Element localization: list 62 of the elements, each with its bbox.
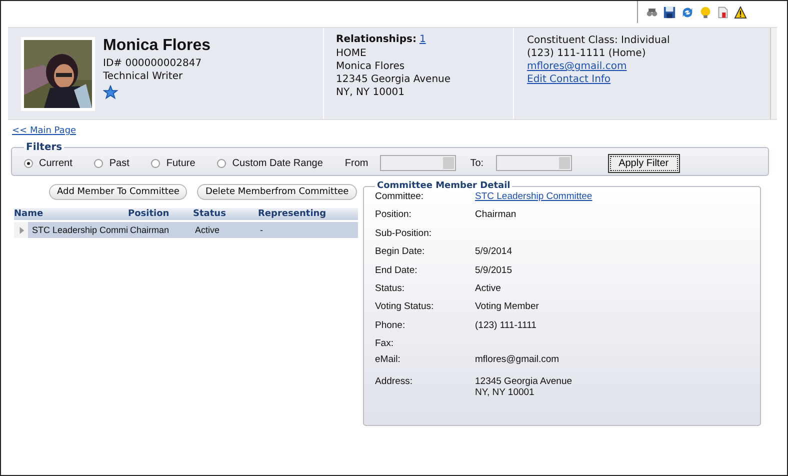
relationships-count-link[interactable]: 1 — [419, 34, 426, 45]
table-row[interactable]: STC Leadership Commi Chairman Active - — [14, 222, 358, 238]
to-label: To: — [470, 158, 484, 168]
radio-option[interactable]: Custom Date Range — [217, 158, 323, 168]
field-value: Chairman — [475, 209, 516, 222]
apply-filter-button[interactable]: Apply Filter — [608, 154, 680, 172]
field-value: 5/9/2015 — [475, 264, 512, 278]
field-label: Phone: — [375, 320, 406, 333]
contact-link[interactable]: Edit Contact Info — [527, 73, 611, 86]
radio-option[interactable]: Future — [151, 158, 196, 168]
committee-button[interactable]: Add Member To Committee — [49, 184, 188, 200]
from-label: From — [344, 158, 368, 168]
lightbulb-icon[interactable] — [699, 6, 712, 18]
binoculars-icon[interactable] — [646, 6, 658, 18]
field-label: Status: — [375, 282, 406, 296]
contact-text: (123) 111-1111 (Home) — [527, 47, 647, 60]
committee-button[interactable]: Delete Memberfrom Committee — [197, 184, 357, 200]
detail-legend: Committee Member Detail — [375, 181, 512, 191]
column-header[interactable]: Status — [193, 208, 258, 220]
field-label: Position: — [375, 209, 412, 222]
star-icon[interactable] — [103, 85, 118, 100]
field-label: Sub-Position: — [375, 228, 433, 241]
document-icon[interactable] — [717, 6, 729, 18]
address-line: Monica Flores — [336, 60, 406, 73]
column-header[interactable]: Representing — [258, 208, 358, 220]
refresh-icon[interactable] — [681, 6, 694, 18]
table-cell: STC Leadership Commi — [28, 222, 130, 238]
field-label: Address: — [375, 376, 414, 389]
main-page-link[interactable]: << Main Page — [12, 126, 76, 136]
field-label: Committee: — [375, 191, 425, 204]
person-id: ID# 000000002847 — [103, 57, 203, 70]
field-value: mflores@gmail.com — [475, 354, 560, 368]
field-value: Voting Member — [475, 301, 539, 314]
radio-option[interactable]: Current — [24, 158, 72, 168]
contact-text: Constituent Class: Individual — [527, 34, 671, 47]
field-value: 5/9/2014 — [475, 246, 512, 260]
person-name: Monica Flores — [103, 37, 211, 55]
field-value: (123) 111-1111 — [475, 320, 536, 333]
table-cell: - — [260, 222, 358, 238]
column-header[interactable]: Position — [128, 208, 193, 220]
table-cell: Active — [195, 222, 260, 238]
field-value: Active — [475, 282, 501, 296]
field-label: Voting Status: — [375, 301, 435, 314]
field-label: Fax: — [375, 338, 394, 352]
field-label: eMail: — [375, 354, 402, 368]
filters-legend: Filters — [24, 142, 64, 153]
scrollbar[interactable] — [770, 28, 777, 119]
save-icon[interactable] — [663, 6, 676, 18]
job-title: Technical Writer — [103, 70, 184, 83]
table-cell: Chairman — [130, 222, 195, 238]
field-value: 12345 Georgia Avenue NY, NY 10001 — [475, 376, 572, 398]
column-header[interactable]: Name — [14, 208, 128, 220]
field-label: End Date: — [375, 264, 418, 278]
committee-link[interactable]: STC Leadership Committee — [475, 191, 592, 210]
warning-icon[interactable] — [734, 6, 747, 18]
address-line: NY, NY 10001 — [336, 86, 406, 99]
radio-option[interactable]: Past — [94, 158, 130, 168]
address-line: HOME — [336, 47, 368, 60]
address-line: 12345 Georgia Avenue — [336, 73, 452, 86]
relationships-label: Relationships: — [336, 34, 416, 45]
field-label: Begin Date: — [375, 246, 426, 260]
contact-link[interactable]: mflores@gmail.com — [527, 60, 627, 73]
